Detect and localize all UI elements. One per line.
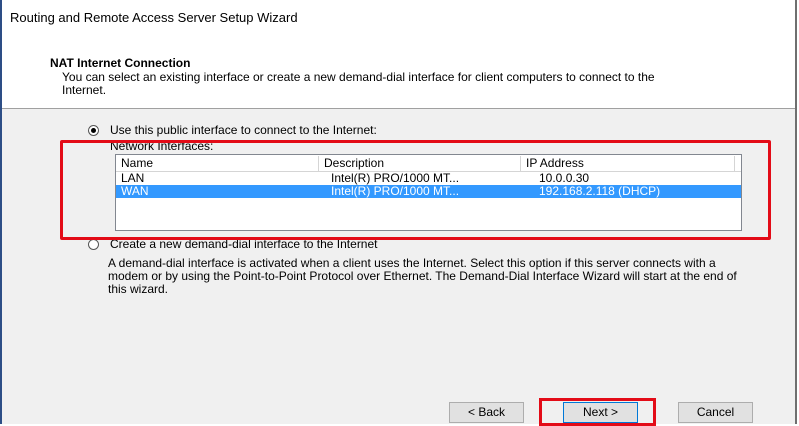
back-button[interactable]: < Back: [449, 402, 524, 423]
title-bar: Routing and Remote Access Server Setup W…: [2, 0, 795, 40]
demand-dial-radio[interactable]: [88, 239, 99, 250]
page-title: NAT Internet Connection: [50, 56, 191, 70]
public-interface-radio[interactable]: [88, 125, 99, 136]
annotation-highlight-next: [539, 398, 656, 426]
annotation-highlight-interfaces: [60, 140, 771, 240]
public-interface-label: Use this public interface to connect to …: [110, 123, 377, 137]
cancel-button[interactable]: Cancel: [678, 402, 753, 423]
wizard-footer: [2, 388, 795, 424]
demand-dial-description: A demand-dial interface is activated whe…: [108, 256, 737, 296]
page-subtitle: You can select an existing interface or …: [62, 70, 655, 97]
wizard-header: NAT Internet Connection You can select a…: [2, 40, 795, 109]
window-title: Routing and Remote Access Server Setup W…: [10, 10, 298, 25]
